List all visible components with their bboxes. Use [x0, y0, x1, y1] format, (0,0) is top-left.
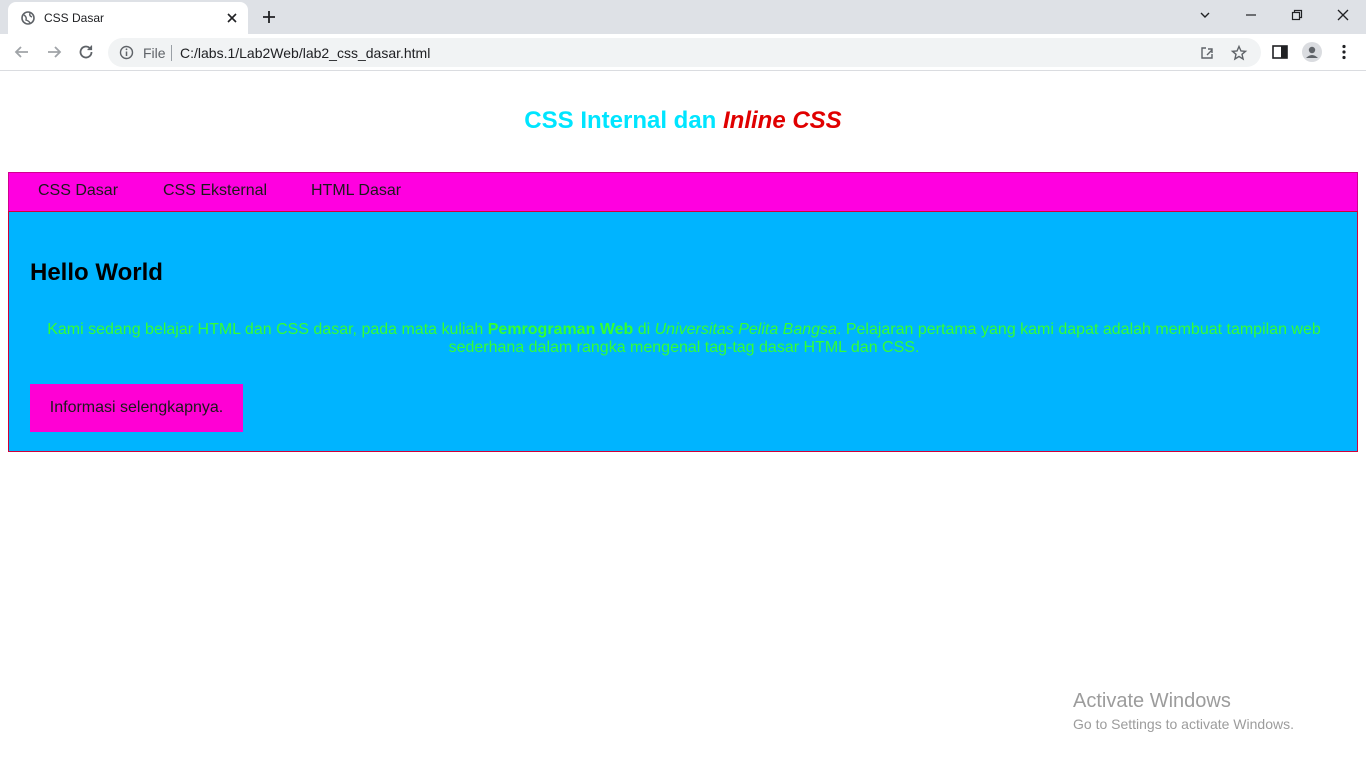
browser-toolbar: File C:/labs.1/Lab2Web/lab2_css_dasar.ht… — [0, 34, 1366, 71]
file-label: File — [143, 45, 166, 61]
new-tab-icon[interactable] — [260, 8, 278, 26]
content-section: Hello World Kami sedang belajar HTML dan… — [8, 211, 1358, 452]
forward-button[interactable] — [44, 42, 64, 62]
reload-button[interactable] — [76, 42, 96, 62]
page-title-text: CSS Internal dan — [524, 107, 723, 134]
activate-windows-watermark: Activate Windows Go to Settings to activ… — [1073, 690, 1294, 732]
menu-item-html-dasar[interactable]: HTML Dasar — [311, 182, 401, 200]
menu-item-css-eksternal[interactable]: CSS Eksternal — [163, 182, 267, 200]
watermark-subtitle: Go to Settings to activate Windows. — [1073, 716, 1294, 732]
minimize-icon — [1246, 14, 1256, 16]
share-icon[interactable] — [1198, 44, 1216, 62]
paragraph-italic-university: Universitas Pelita Bangsa — [654, 321, 837, 338]
kebab-menu-icon[interactable] — [1335, 43, 1353, 61]
tab-title: CSS Dasar — [44, 11, 105, 25]
close-window-button[interactable] — [1320, 0, 1366, 30]
tab-search-button[interactable] — [1182, 0, 1228, 30]
restore-icon — [1291, 9, 1303, 21]
minimize-button[interactable] — [1228, 0, 1274, 30]
url-text[interactable]: C:/labs.1/Lab2Web/lab2_css_dasar.html — [180, 45, 430, 61]
address-bar[interactable]: File C:/labs.1/Lab2Web/lab2_css_dasar.ht… — [108, 38, 1261, 67]
page-viewport: CSS Internal dan Inline CSS CSS Dasar CS… — [0, 71, 1366, 768]
watermark-title: Activate Windows — [1073, 690, 1231, 712]
profile-avatar-icon[interactable] — [1302, 42, 1322, 62]
omnibox-separator — [171, 45, 172, 61]
paragraph-text-middle: di — [633, 321, 655, 338]
reload-icon — [79, 45, 93, 59]
close-icon — [1337, 9, 1349, 21]
page-title: CSS Internal dan Inline CSS — [0, 107, 1366, 135]
arrow-right-icon — [48, 46, 62, 58]
arrow-left-icon — [14, 46, 28, 58]
globe-icon — [21, 11, 35, 25]
paragraph-bold-course: Pemrograman Web — [487, 321, 634, 338]
chevron-down-icon — [1200, 12, 1210, 18]
side-panel-icon[interactable] — [1271, 43, 1289, 61]
close-tab-icon[interactable] — [224, 10, 240, 26]
menu-item-css-dasar[interactable]: CSS Dasar — [38, 182, 118, 200]
browser-tab[interactable]: CSS Dasar — [8, 2, 248, 34]
bookmark-star-icon[interactable] — [1230, 44, 1248, 62]
nav-menu: CSS Dasar CSS Eksternal HTML Dasar — [8, 172, 1358, 212]
more-info-button[interactable]: Informasi selengkapnya. — [30, 384, 243, 432]
content-heading: Hello World — [30, 259, 163, 286]
paragraph-text-before: Kami sedang belajar HTML dan CSS dasar, … — [47, 321, 488, 338]
tab-strip: CSS Dasar — [0, 0, 1366, 34]
content-paragraph: Kami sedang belajar HTML dan CSS dasar, … — [30, 321, 1338, 357]
page-title-emphasis: Inline CSS — [723, 107, 842, 134]
back-button[interactable] — [12, 42, 32, 62]
restore-button[interactable] — [1274, 0, 1320, 30]
info-icon[interactable] — [119, 45, 134, 60]
